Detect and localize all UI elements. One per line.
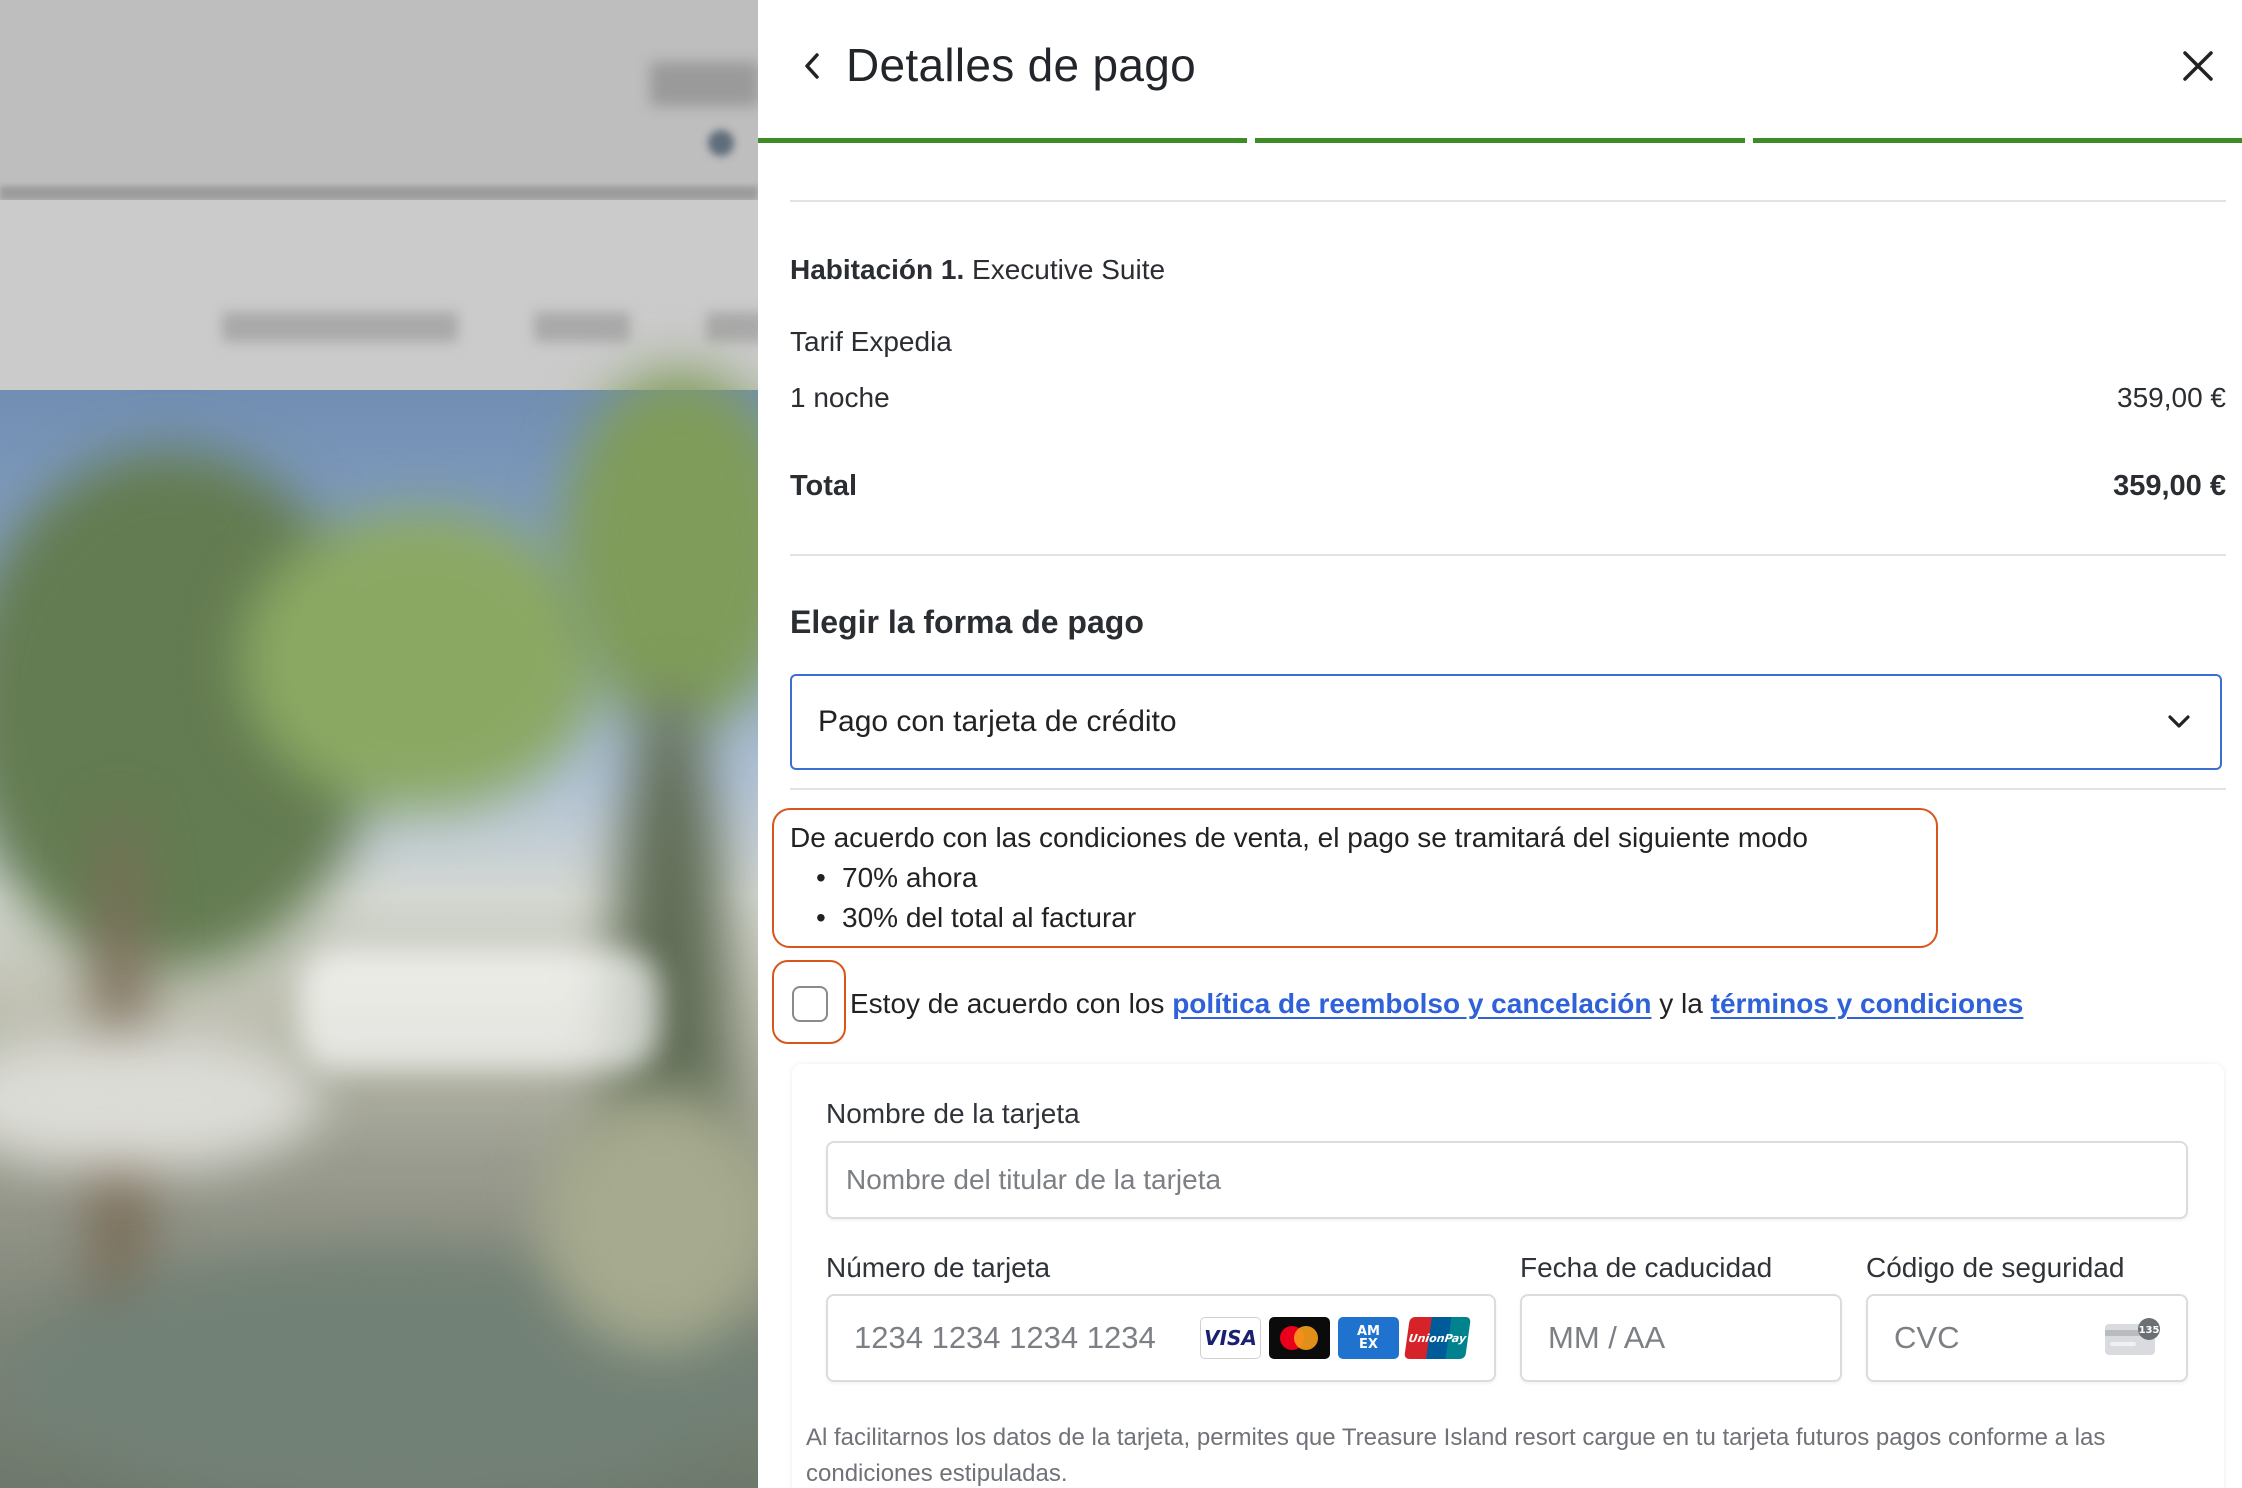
agreement-checkbox[interactable] — [792, 986, 828, 1022]
svg-text:135: 135 — [2139, 1325, 2160, 1336]
chevron-down-icon — [2164, 707, 2194, 737]
nights-row: 1 noche 359,00 € — [790, 382, 2226, 414]
visa-icon: VISA — [1200, 1317, 1261, 1359]
tariff-name: Tarif Expedia — [790, 326, 952, 357]
agreement-prefix: Estoy de acuerdo con los — [850, 988, 1173, 1019]
total-label: Total — [790, 470, 858, 502]
divider — [790, 788, 2226, 790]
conditions-list: 70% ahora 30% del total al facturar — [790, 858, 1936, 938]
card-disclaimer: Al facilitarnos los datos de la tarjeta,… — [806, 1424, 2106, 1487]
payment-conditions: De acuerdo con las condiciones de venta,… — [772, 808, 1938, 948]
list-item: 70% ahora — [816, 858, 1936, 898]
payment-method-value: Pago con tarjeta de crédito — [818, 705, 1177, 738]
step-progress-bar — [758, 138, 2242, 143]
card-name-placeholder: Nombre del titular de la tarjeta — [846, 1164, 1222, 1195]
nights-label: 1 noche — [790, 382, 890, 413]
card-name-input[interactable]: Nombre del titular de la tarjeta — [826, 1141, 2188, 1219]
total-price: 359,00 € — [2113, 470, 2226, 502]
card-cvc-input[interactable]: CVC 135 — [1866, 1294, 2188, 1382]
payment-method-title: Elegir la forma de pago — [790, 604, 1144, 640]
card-number-label: Número de tarjeta — [826, 1252, 1051, 1283]
nights-price: 359,00 € — [2117, 382, 2226, 413]
close-icon — [2181, 49, 2215, 88]
divider — [790, 200, 2226, 202]
payment-details-panel: Detalles de pago Habitación 1. Executive… — [758, 0, 2242, 1488]
page-title: Detalles de pago — [846, 39, 1197, 91]
unionpay-icon: UnionPay — [1404, 1317, 1471, 1359]
panel-header: Detalles de pago — [758, 0, 2242, 143]
amex-icon: AM EX — [1338, 1317, 1399, 1359]
refund-policy-link[interactable]: política de reembolso y cancelación — [1172, 988, 1651, 1019]
agreement-checkbox-highlight — [772, 960, 846, 1044]
card-name-label: Nombre de la tarjeta — [826, 1098, 1080, 1129]
background-website — [0, 0, 758, 1488]
conditions-intro: De acuerdo con las condiciones de venta,… — [790, 822, 1808, 853]
room-summary: Habitación 1. Executive Suite — [790, 254, 1165, 286]
room-label: Habitación 1. — [790, 254, 965, 285]
divider — [790, 554, 2226, 556]
card-cvc-placeholder: CVC — [1894, 1320, 1960, 1355]
card-number-input[interactable]: 1234 1234 1234 1234 VISA AM EX UnionPay — [826, 1294, 1496, 1382]
payment-method-select[interactable]: Pago con tarjeta de crédito — [790, 674, 2222, 770]
progress-step — [1255, 138, 1745, 143]
card-number-placeholder: 1234 1234 1234 1234 — [854, 1320, 1156, 1355]
back-button[interactable] — [790, 46, 834, 90]
agreement-middle: y la — [1651, 988, 1711, 1019]
list-item: 30% del total al facturar — [816, 898, 1936, 938]
card-cvc-icon: 135 — [2104, 1318, 2162, 1356]
card-expiry-input[interactable]: MM / AA — [1520, 1294, 1842, 1382]
close-button[interactable] — [2172, 42, 2224, 94]
progress-step — [758, 138, 1248, 143]
terms-link[interactable]: términos y condiciones — [1711, 988, 2024, 1019]
agreement-text: Estoy de acuerdo con los política de ree… — [850, 988, 2023, 1020]
card-expiry-label: Fecha de caducidad — [1520, 1252, 1773, 1283]
card-expiry-placeholder: MM / AA — [1548, 1320, 1666, 1355]
mastercard-icon — [1269, 1317, 1330, 1359]
card-brands: VISA AM EX UnionPay — [1200, 1317, 1471, 1359]
chevron-left-icon — [799, 51, 825, 86]
total-row: Total 359,00 € — [790, 470, 2226, 503]
card-cvc-label: Código de seguridad — [1866, 1252, 2125, 1283]
room-name: Executive Suite — [972, 254, 1166, 285]
progress-step — [1752, 138, 2242, 143]
